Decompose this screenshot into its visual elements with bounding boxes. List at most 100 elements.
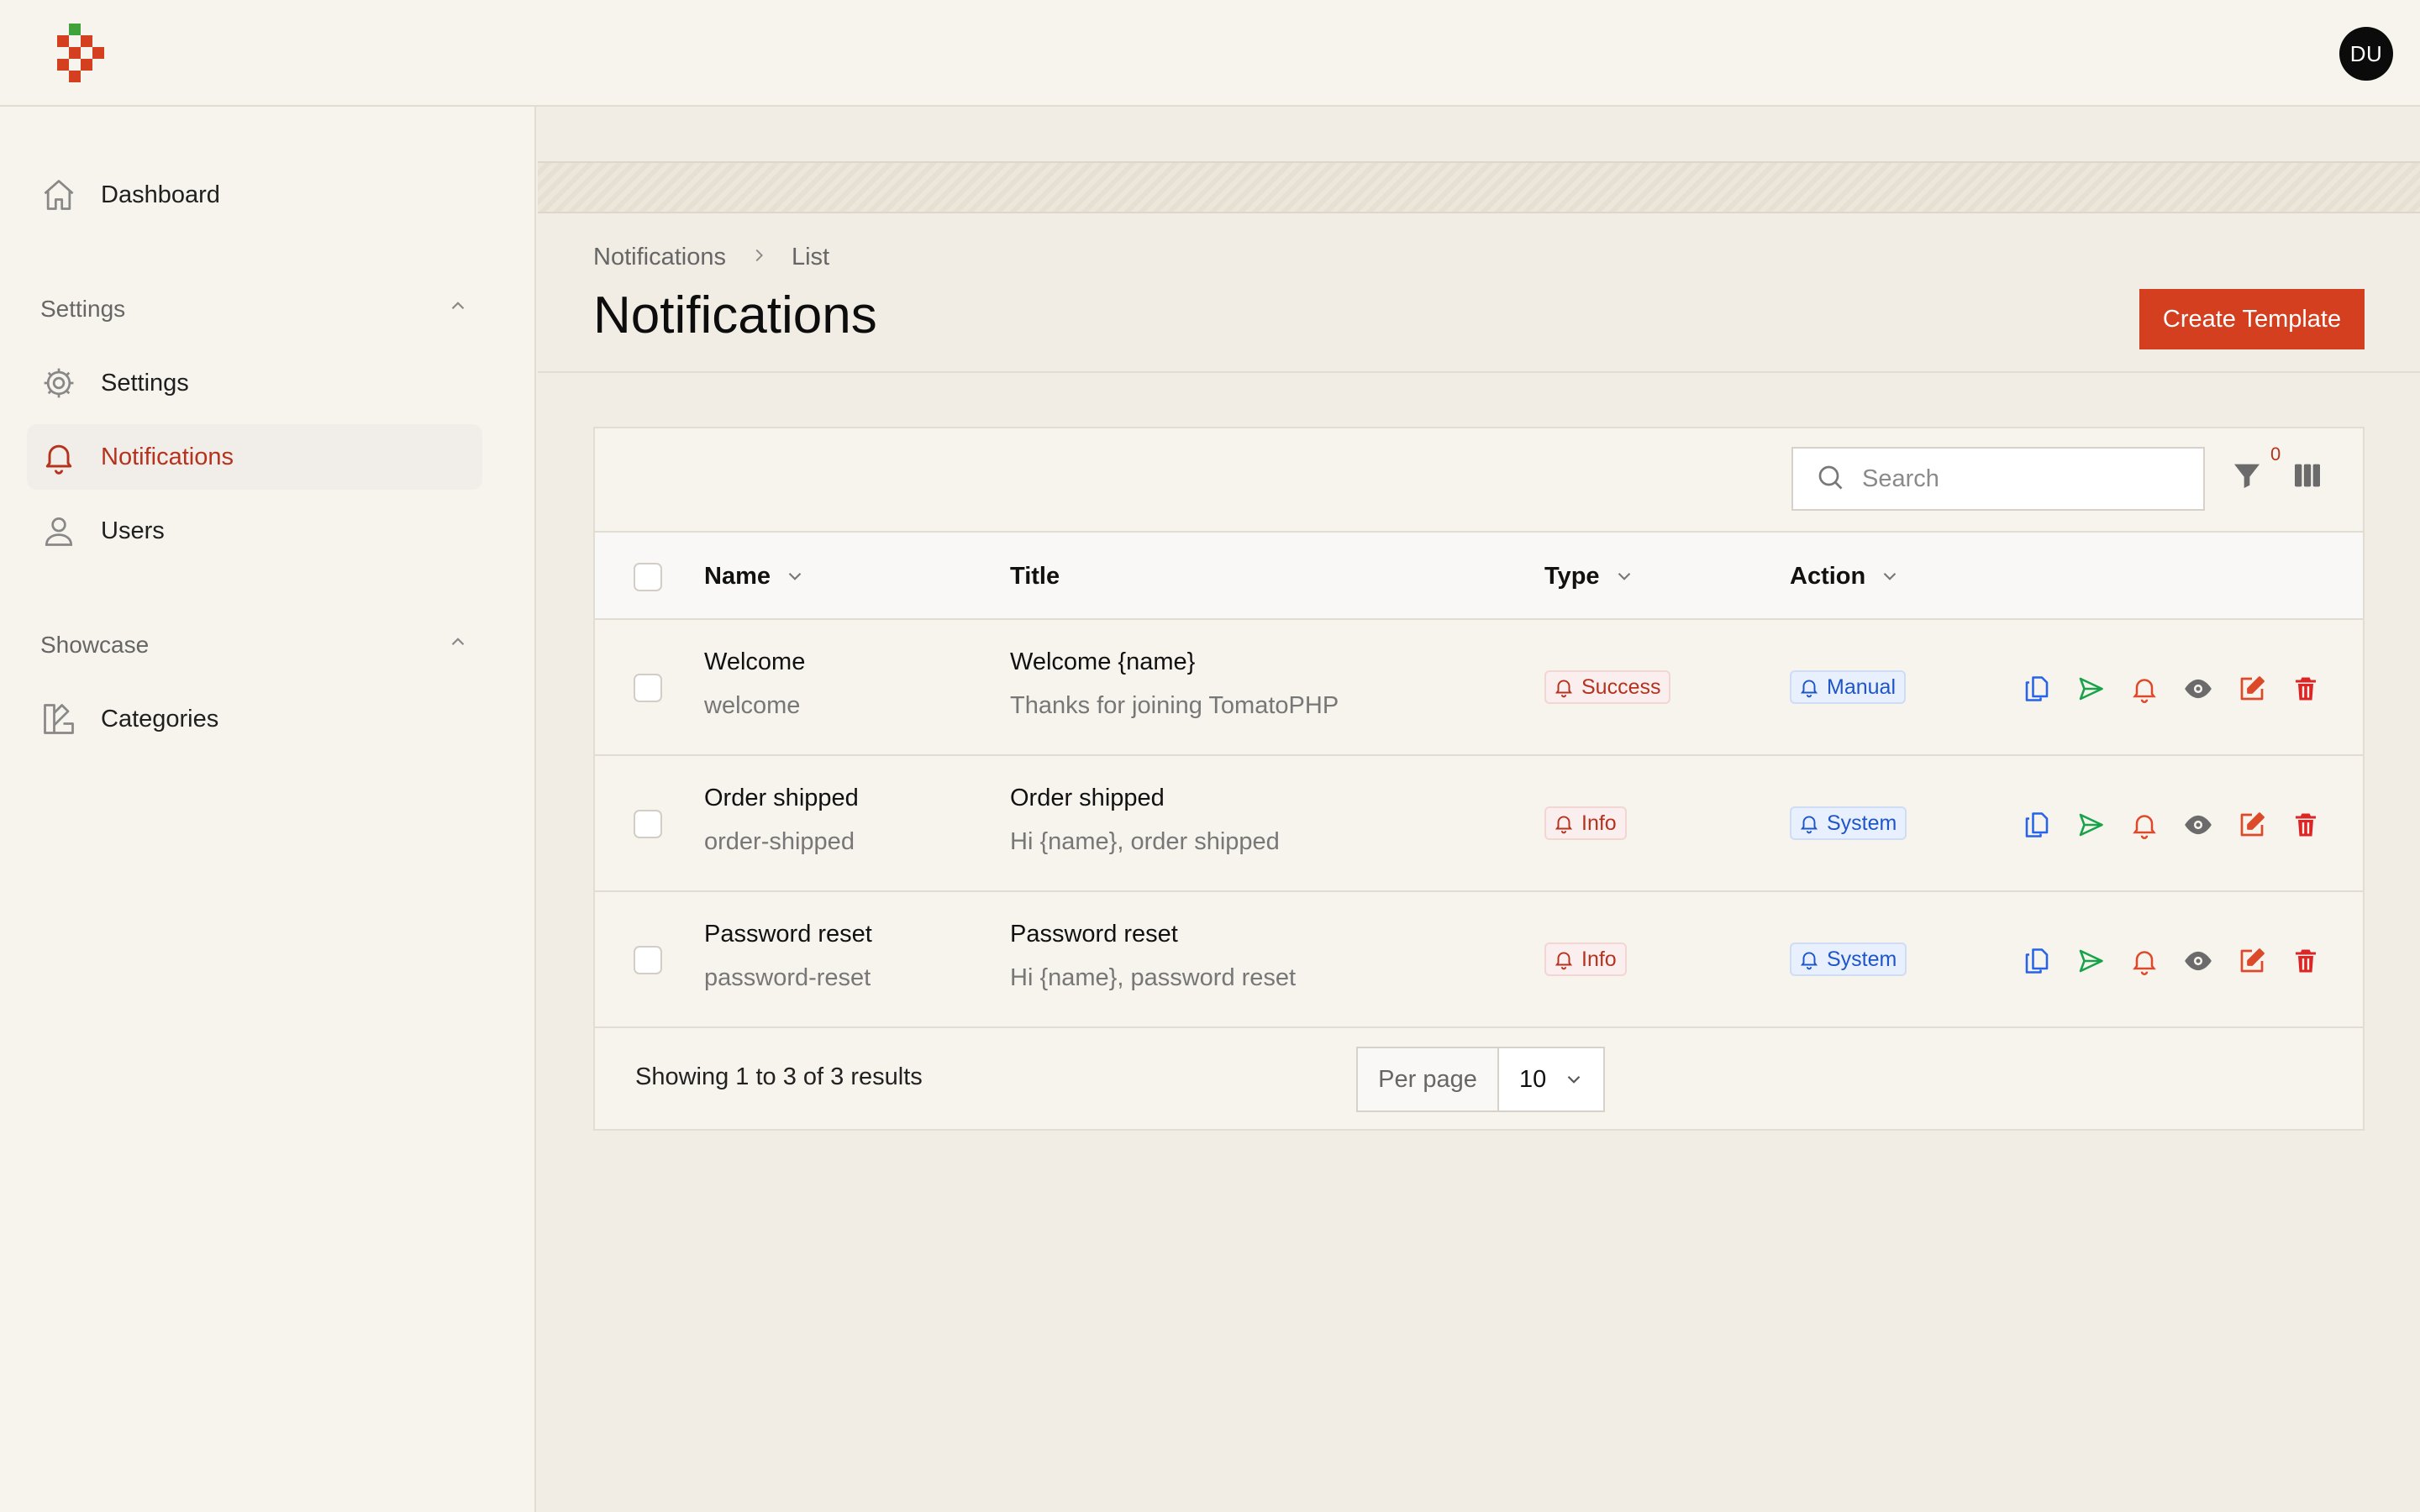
action-badge-label: Manual: [1827, 675, 1896, 699]
eye-icon[interactable]: [2181, 944, 2215, 978]
eye-icon[interactable]: [2181, 808, 2215, 842]
row-title: Welcome {name}: [1010, 648, 1196, 675]
table-row[interactable]: Welcome welcome Welcome {name} Thanks fo…: [595, 620, 2363, 756]
chevron-right-icon: [750, 244, 768, 271]
categories-icon: [40, 701, 77, 738]
decorative-stripe: [538, 161, 2420, 213]
top-bar: DU: [0, 0, 2420, 107]
row-key: welcome: [704, 692, 801, 719]
chevron-up-icon: [447, 295, 469, 323]
type-badge: Info: [1544, 806, 1627, 840]
type-badge-label: Success: [1581, 675, 1661, 699]
sidebar-item-dashboard[interactable]: Dashboard: [27, 162, 482, 228]
row-checkbox[interactable]: [634, 674, 662, 702]
notify-bell-icon[interactable]: [2128, 808, 2161, 842]
sidebar-item-notifications[interactable]: Notifications: [27, 424, 482, 490]
app: DU Dashboard Settings Settings Notificat…: [0, 0, 2420, 1512]
column-header-label: Action: [1790, 562, 1866, 590]
per-page-dropdown[interactable]: 10: [1499, 1066, 1603, 1094]
column-header-label: Type: [1544, 562, 1600, 590]
row-body: Hi {name}, password reset: [1010, 964, 1297, 991]
sidebar-group-showcase[interactable]: Showcase: [40, 631, 469, 659]
breadcrumb-root[interactable]: Notifications: [593, 244, 726, 271]
user-avatar[interactable]: DU: [2339, 27, 2393, 81]
bell-icon: [1553, 948, 1575, 970]
chevron-down-icon: [788, 572, 802, 580]
search-box[interactable]: [1791, 447, 2205, 511]
filter-icon[interactable]: [2230, 459, 2264, 492]
copy-icon[interactable]: [2020, 808, 2054, 842]
column-header-label: Name: [704, 562, 771, 590]
gear-icon: [40, 365, 77, 402]
chevron-up-icon: [447, 631, 469, 659]
copy-icon[interactable]: [2020, 672, 2054, 706]
type-badge: Success: [1544, 670, 1671, 704]
select-all-checkbox[interactable]: [634, 563, 662, 591]
row-title: Password reset: [1010, 921, 1178, 948]
column-header-label: Title: [1010, 562, 1060, 590]
per-page-select[interactable]: Per page 10: [1356, 1047, 1605, 1112]
sidebar-item-label: Categories: [101, 705, 219, 732]
notify-bell-icon[interactable]: [2128, 672, 2161, 706]
sidebar-item-categories[interactable]: Categories: [27, 686, 482, 752]
send-icon[interactable]: [2074, 672, 2107, 706]
delete-icon[interactable]: [2289, 808, 2323, 842]
send-icon[interactable]: [2074, 944, 2107, 978]
sidebar: Dashboard Settings Settings Notification…: [0, 107, 536, 1512]
sidebar-item-users[interactable]: Users: [27, 498, 482, 564]
sidebar-item-label: Settings: [101, 369, 189, 396]
column-header-name[interactable]: Name: [704, 533, 806, 620]
bell-icon: [1798, 812, 1820, 834]
table-row[interactable]: Password reset password-reset Password r…: [595, 892, 2363, 1028]
per-page-value: 10: [1519, 1065, 1547, 1093]
sidebar-item-settings[interactable]: Settings: [27, 350, 482, 416]
delete-icon[interactable]: [2289, 672, 2323, 706]
sidebar-item-label: Dashboard: [101, 181, 220, 208]
page-title: Notifications: [593, 286, 877, 344]
type-badge-label: Info: [1581, 947, 1617, 971]
row-checkbox[interactable]: [634, 946, 662, 974]
row-checkbox[interactable]: [634, 810, 662, 838]
send-icon[interactable]: [2074, 808, 2107, 842]
bell-icon: [40, 438, 77, 475]
edit-icon[interactable]: [2235, 808, 2269, 842]
user-icon: [40, 512, 77, 549]
sidebar-item-label: Notifications: [101, 443, 234, 470]
home-icon: [40, 176, 77, 213]
sidebar-group-label: Showcase: [40, 631, 150, 658]
bell-icon: [1798, 676, 1820, 698]
row-key: order-shipped: [704, 828, 855, 855]
bell-icon: [1553, 812, 1575, 834]
chevron-down-icon: [1883, 572, 1897, 580]
sidebar-group-label: Settings: [40, 295, 126, 322]
chevron-down-icon: [1618, 572, 1630, 580]
create-template-button[interactable]: Create Template: [2139, 289, 2365, 349]
copy-icon[interactable]: [2020, 944, 2054, 978]
action-badge: System: [1790, 942, 1907, 976]
filter-count-badge: 0: [2270, 444, 2281, 465]
column-header-title: Title: [1010, 533, 1060, 620]
eye-icon[interactable]: [2181, 672, 2215, 706]
column-header-action[interactable]: Action: [1790, 533, 1901, 620]
row-body: Hi {name}, order shipped: [1010, 828, 1280, 855]
action-badge-label: System: [1827, 811, 1897, 835]
row-body: Thanks for joining TomatoPHP: [1010, 692, 1339, 719]
action-badge: System: [1790, 806, 1907, 840]
tomato-logo[interactable]: [57, 24, 104, 82]
row-name: Welcome: [704, 648, 806, 675]
action-badge-label: System: [1827, 947, 1897, 971]
column-header-type[interactable]: Type: [1544, 533, 1635, 620]
per-page-label: Per page: [1358, 1048, 1499, 1110]
notify-bell-icon[interactable]: [2128, 944, 2161, 978]
row-title: Order shipped: [1010, 785, 1165, 811]
columns-icon[interactable]: [2291, 459, 2324, 492]
table-row[interactable]: Order shipped order-shipped Order shippe…: [595, 756, 2363, 892]
search-icon: [1815, 462, 1845, 496]
sidebar-group-settings[interactable]: Settings: [40, 295, 469, 323]
bell-icon: [1553, 676, 1575, 698]
search-input[interactable]: [1862, 465, 2181, 493]
delete-icon[interactable]: [2289, 944, 2323, 978]
sidebar-item-label: Users: [101, 517, 165, 544]
edit-icon[interactable]: [2235, 944, 2269, 978]
edit-icon[interactable]: [2235, 672, 2269, 706]
